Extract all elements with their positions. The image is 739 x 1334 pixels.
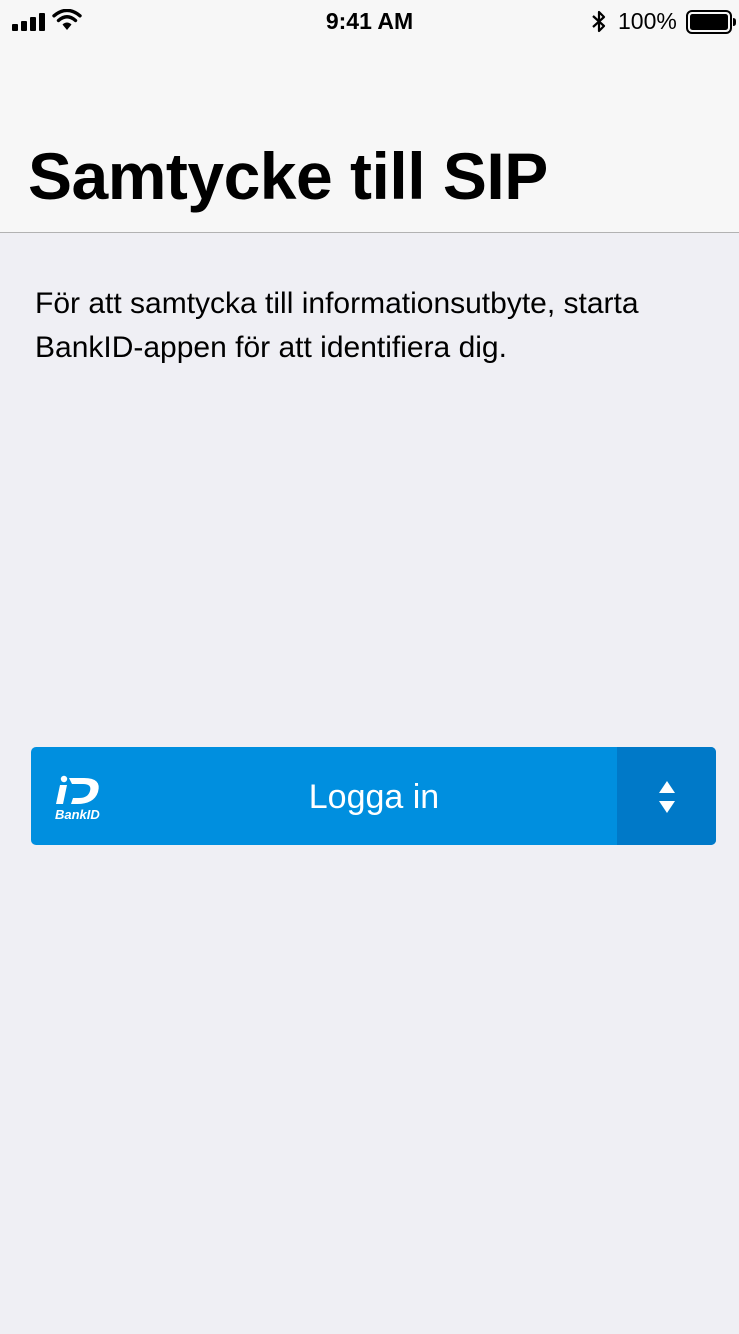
login-button-label: Logga in	[308, 778, 440, 816]
page-title: Samtycke till SIP	[28, 139, 548, 213]
status-bar: 9:41 AM 100%	[0, 0, 739, 42]
up-down-arrows-icon	[659, 781, 675, 813]
navigation-header: 9:41 AM 100% Samtycke till SIP	[0, 0, 739, 233]
login-method-switch[interactable]	[617, 747, 716, 845]
consent-description: För att samtycka till informationsutbyte…	[35, 287, 639, 364]
battery-percentage: 100%	[618, 8, 677, 34]
bluetooth-icon	[592, 10, 606, 33]
battery-icon	[686, 10, 736, 34]
bankid-login-button[interactable]: BankID Logga in	[31, 747, 716, 845]
